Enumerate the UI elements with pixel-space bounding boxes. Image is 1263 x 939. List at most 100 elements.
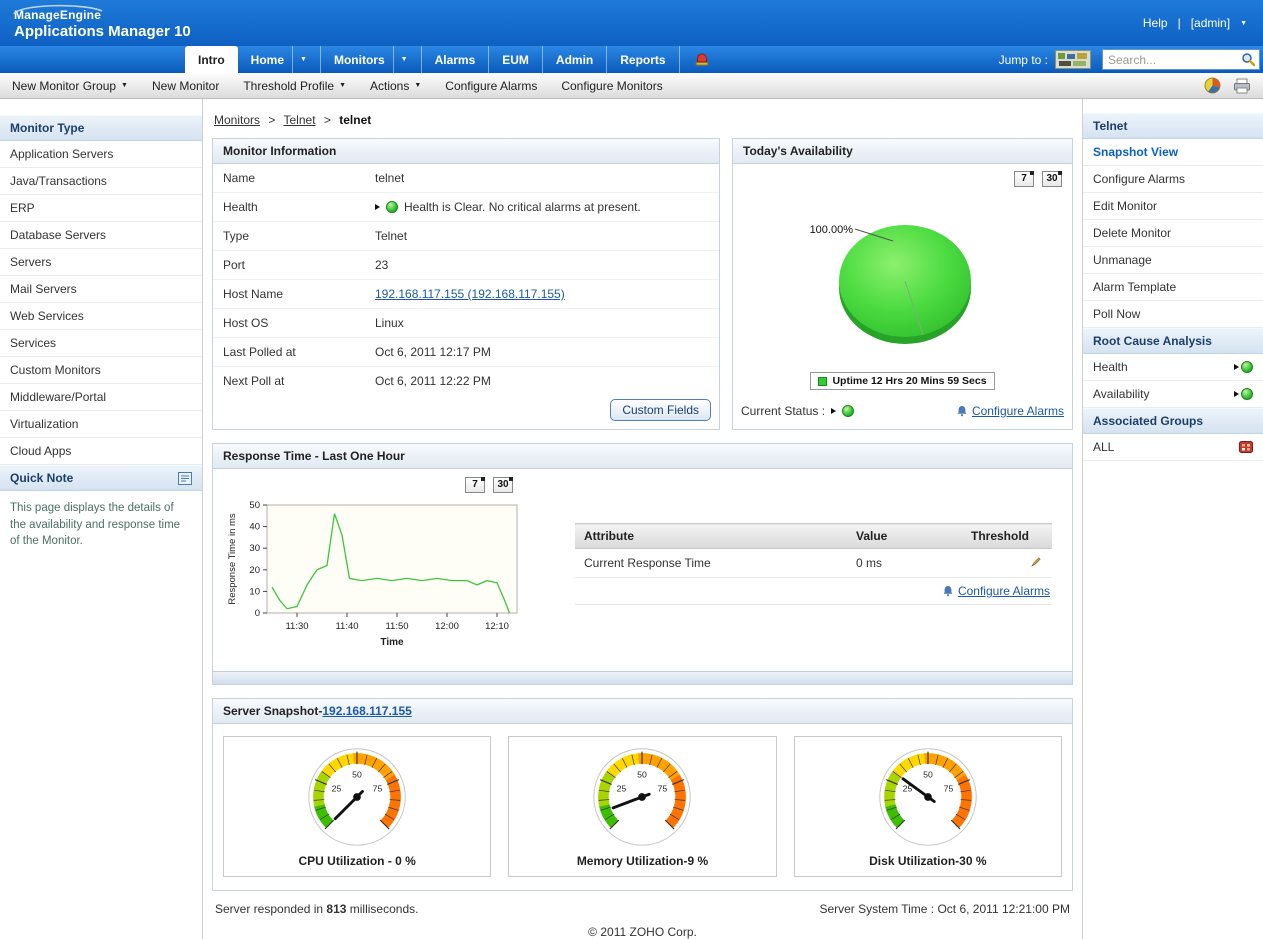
tab-admin[interactable]: Admin bbox=[543, 46, 607, 73]
threshold-profile-menu[interactable]: Threshold Profile▼ bbox=[243, 79, 346, 93]
svg-text:75: 75 bbox=[373, 783, 383, 793]
tab-home[interactable]: Home ▼ bbox=[238, 46, 321, 73]
svg-text:75: 75 bbox=[658, 783, 668, 793]
tab-intro[interactable]: Intro bbox=[185, 46, 238, 73]
tab-home-label: Home bbox=[251, 53, 284, 67]
value-column-header: Value bbox=[847, 524, 962, 549]
right-sidebar: Telnet Snapshot View Configure Alarms Ed… bbox=[1082, 99, 1263, 939]
server-snapshot-host-link[interactable]: 192.168.117.155 bbox=[322, 704, 411, 718]
tab-alarms[interactable]: Alarms bbox=[422, 46, 490, 73]
group-all-row[interactable]: ALL bbox=[1083, 434, 1263, 461]
range-30-button[interactable]: 30 bbox=[1042, 171, 1062, 187]
rca-availability-label: Availability bbox=[1093, 387, 1149, 401]
svg-text:Response Time in ms: Response Time in ms bbox=[227, 513, 238, 605]
custom-fields-button[interactable]: Custom Fields bbox=[610, 399, 711, 421]
monitor-information-header: Monitor Information bbox=[213, 139, 719, 164]
alarm-template-link[interactable]: Alarm Template bbox=[1083, 274, 1263, 301]
range-30-button[interactable]: 30 bbox=[493, 477, 513, 493]
pie-chart-icon[interactable] bbox=[1204, 77, 1221, 94]
delete-monitor-link[interactable]: Delete Monitor bbox=[1083, 220, 1263, 247]
rca-availability-row[interactable]: Availability bbox=[1083, 381, 1263, 408]
search-icon[interactable] bbox=[1241, 52, 1256, 67]
session-links: Help | [admin] ▼ bbox=[1143, 16, 1247, 30]
rca-health-row[interactable]: Health bbox=[1083, 354, 1263, 381]
pie-data-label: 100.00% bbox=[809, 224, 853, 236]
sidebar-item-web-services[interactable]: Web Services bbox=[0, 303, 202, 330]
alarm-siren-icon[interactable] bbox=[694, 46, 710, 73]
range-7-button[interactable]: 7 bbox=[1014, 171, 1034, 187]
printer-icon[interactable] bbox=[1233, 78, 1251, 94]
root-cause-analysis-header: Root Cause Analysis bbox=[1083, 328, 1263, 354]
configure-alarms-menu[interactable]: Configure Alarms bbox=[445, 79, 537, 93]
breadcrumb-monitors-link[interactable]: Monitors bbox=[214, 113, 260, 127]
sidebar-item-virtualization[interactable]: Virtualization bbox=[0, 411, 202, 438]
quick-note-header: Quick Note bbox=[0, 465, 202, 491]
tab-intro-label: Intro bbox=[198, 53, 225, 67]
monitors-dropdown-icon[interactable]: ▼ bbox=[393, 46, 408, 73]
tab-eum[interactable]: EUM bbox=[489, 46, 543, 73]
health-status-icon bbox=[1241, 361, 1253, 373]
telnet-panel-title: Telnet bbox=[1093, 119, 1127, 133]
response-configure-alarms-row: Configure Alarms bbox=[575, 578, 1052, 605]
jump-to-stamp-icon[interactable] bbox=[1055, 50, 1091, 69]
response-configure-alarms-link[interactable]: Configure Alarms bbox=[958, 584, 1050, 598]
new-monitor-button[interactable]: New Monitor bbox=[152, 79, 219, 93]
horizontal-scrollbar[interactable] bbox=[213, 671, 1072, 684]
tab-monitors[interactable]: Monitors▼ bbox=[321, 46, 422, 73]
sidebar-item-application-servers[interactable]: Application Servers bbox=[0, 141, 202, 168]
sidebar-item-middleware-portal[interactable]: Middleware/Portal bbox=[0, 384, 202, 411]
sidebar-item-cloud-apps[interactable]: Cloud Apps bbox=[0, 438, 202, 465]
sidebar-item-java-transactions[interactable]: Java/Transactions bbox=[0, 168, 202, 195]
actions-menu[interactable]: Actions▼ bbox=[370, 79, 421, 93]
availability-footer: Current Status : Configure Alarms bbox=[733, 396, 1072, 427]
breadcrumb-telnet-link[interactable]: Telnet bbox=[284, 113, 316, 127]
chevron-down-icon[interactable]: ▼ bbox=[1240, 20, 1247, 27]
unmanage-link[interactable]: Unmanage bbox=[1083, 247, 1263, 274]
quick-note-text: This page displays the details of the av… bbox=[0, 491, 202, 559]
quick-note-title: Quick Note bbox=[10, 471, 73, 485]
new-monitor-group-menu[interactable]: New Monitor Group▼ bbox=[12, 79, 128, 93]
configure-monitors-menu[interactable]: Configure Monitors bbox=[561, 79, 662, 93]
edit-monitor-link[interactable]: Edit Monitor bbox=[1083, 193, 1263, 220]
configure-alarms-link[interactable]: Configure Alarms bbox=[1083, 166, 1263, 193]
table-row: Current Response Time 0 ms bbox=[575, 549, 1052, 578]
memory-gauge-label: Memory Utilization-9 % bbox=[509, 854, 775, 868]
server-snapshot-panel: Server Snapshot-192.168.117.155 255075 C… bbox=[212, 698, 1073, 891]
row-value: Oct 6, 2011 12:22 PM bbox=[365, 367, 719, 396]
current-status-label: Current Status : bbox=[741, 404, 825, 418]
new-monitor-label: New Monitor bbox=[152, 79, 219, 93]
root-cause-analysis-title: Root Cause Analysis bbox=[1093, 334, 1212, 348]
sidebar-item-database-servers[interactable]: Database Servers bbox=[0, 222, 202, 249]
availability-range-buttons: 7 30 bbox=[733, 164, 1072, 189]
availability-configure-alarms-link[interactable]: Configure Alarms bbox=[972, 404, 1064, 418]
home-dropdown-icon[interactable]: ▼ bbox=[292, 46, 307, 73]
status-up-icon bbox=[842, 405, 854, 417]
sidebar-item-erp[interactable]: ERP bbox=[0, 195, 202, 222]
search-box bbox=[1102, 49, 1260, 70]
attribute-column-header: Attribute bbox=[575, 524, 847, 549]
svg-text:10: 10 bbox=[249, 586, 260, 597]
host-name-link[interactable]: 192.168.117.155 (192.168.117.155) bbox=[375, 287, 565, 301]
sidebar-item-custom-monitors[interactable]: Custom Monitors bbox=[0, 357, 202, 384]
help-link[interactable]: Help bbox=[1143, 16, 1168, 30]
range-7-button[interactable]: 7 bbox=[465, 477, 485, 493]
svg-text:20: 20 bbox=[249, 565, 260, 576]
separator: | bbox=[1178, 16, 1181, 30]
sidebar-item-mail-servers[interactable]: Mail Servers bbox=[0, 276, 202, 303]
snapshot-view-link[interactable]: Snapshot View bbox=[1083, 139, 1263, 166]
main-content: Monitors > Telnet > telnet Monitor Infor… bbox=[203, 99, 1082, 939]
server-system-time: Server System Time : Oct 6, 2011 12:21:0… bbox=[819, 902, 1070, 916]
telnet-panel-header: Telnet bbox=[1083, 113, 1263, 139]
alarm-config-icon bbox=[942, 585, 954, 597]
admin-menu[interactable]: [admin] bbox=[1191, 16, 1230, 30]
tab-reports[interactable]: Reports bbox=[607, 46, 679, 73]
poll-now-link[interactable]: Poll Now bbox=[1083, 301, 1263, 328]
copyright: © 2011 ZOHO Corp. bbox=[212, 916, 1073, 939]
sidebar-item-servers[interactable]: Servers bbox=[0, 249, 202, 276]
cpu-gauge-label: CPU Utilization - 0 % bbox=[224, 854, 490, 868]
sidebar-item-services[interactable]: Services bbox=[0, 330, 202, 357]
edit-threshold-icon[interactable] bbox=[1030, 555, 1043, 568]
table-row: Last Polled atOct 6, 2011 12:17 PM bbox=[213, 338, 719, 367]
attribute-cell: Current Response Time bbox=[575, 549, 847, 578]
search-input[interactable] bbox=[1108, 53, 1241, 67]
